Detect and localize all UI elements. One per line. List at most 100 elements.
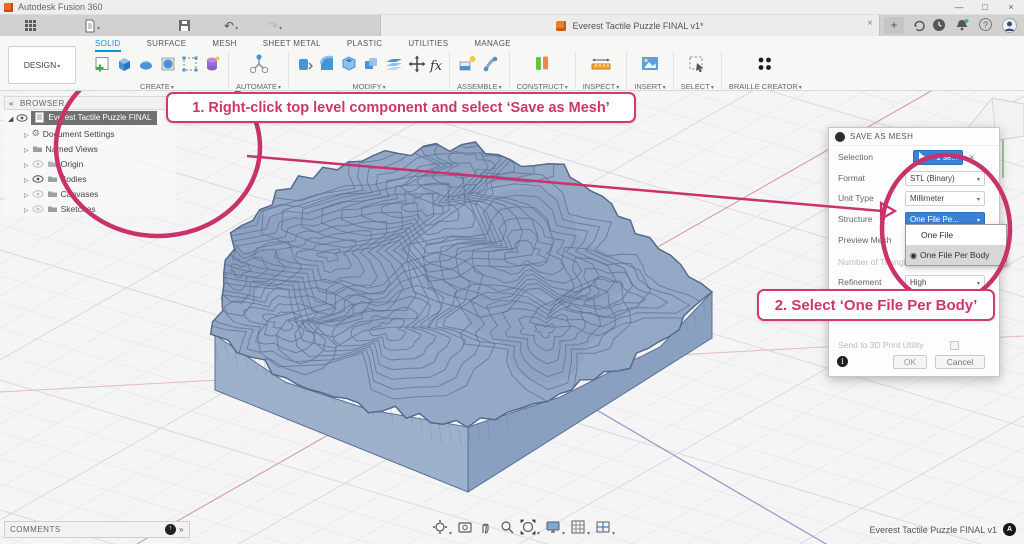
option-one-file-per-body[interactable]: One File Per Body <box>906 245 1006 265</box>
sweep-icon[interactable] <box>159 55 177 78</box>
shell-icon[interactable] <box>340 55 358 78</box>
expander-icon[interactable] <box>24 189 29 199</box>
option-one-file[interactable]: One File <box>906 225 1006 245</box>
format-dropdown[interactable]: STL (Binary) <box>905 170 985 186</box>
automate-icon[interactable] <box>247 53 271 80</box>
pan-icon[interactable] <box>478 519 494 540</box>
comments-bar[interactable]: COMMENTS <box>4 521 190 538</box>
clear-selection-icon[interactable] <box>969 152 974 162</box>
expander-icon[interactable] <box>24 159 29 169</box>
info-icon[interactable] <box>837 356 848 367</box>
coil-icon[interactable] <box>203 55 221 78</box>
status-document-name: Everest Tactile Puzzle FINAL v1 <box>869 524 997 535</box>
close-button[interactable]: × <box>998 0 1024 15</box>
workspace-selector[interactable]: DESIGN <box>8 46 76 84</box>
orbit-icon[interactable] <box>432 519 452 540</box>
app-grid-icon[interactable] <box>24 17 37 34</box>
group-label-construct[interactable]: CONSTRUCT <box>517 82 568 91</box>
avatar[interactable] <box>1002 18 1017 33</box>
browser-item-named-views[interactable]: Named Views <box>4 141 176 156</box>
insert-image-icon[interactable] <box>640 55 660 78</box>
selection-button[interactable]: 1 se... <box>913 149 963 165</box>
tab-close-icon[interactable] <box>867 18 873 29</box>
browser-item-origin[interactable]: Origin <box>4 156 176 171</box>
extrude-icon[interactable] <box>115 55 133 78</box>
new-component-icon[interactable] <box>457 54 477 79</box>
ribbon: DESIGN SOLID SURFACE MESH SHEET METAL PL… <box>0 36 1024 91</box>
grid-settings-icon[interactable] <box>570 519 590 540</box>
minimize-button[interactable]: — <box>946 0 972 15</box>
browser-item-canvases[interactable]: Canvases <box>4 186 176 201</box>
eye-icon[interactable] <box>32 204 44 213</box>
file-menu-icon[interactable] <box>84 17 100 34</box>
refinement-dropdown[interactable]: High <box>905 274 985 290</box>
zoom-icon[interactable] <box>499 519 515 540</box>
unit-type-dropdown[interactable]: Millimeter <box>905 190 985 206</box>
group-label-automate[interactable]: AUTOMATE <box>236 82 281 91</box>
offset-face-icon[interactable] <box>384 55 404 78</box>
notifications-clock-icon[interactable] <box>932 18 947 33</box>
braille-creator-icon[interactable] <box>754 53 776 80</box>
send-to-print-checkbox[interactable] <box>950 340 959 350</box>
group-label-braille[interactable]: BRAILLE CREATOR <box>729 82 802 91</box>
new-tab-button[interactable] <box>884 17 904 34</box>
change-parameters-icon[interactable] <box>430 59 442 74</box>
browser-item-bodies[interactable]: Bodies <box>4 171 176 186</box>
eye-icon[interactable] <box>16 114 28 122</box>
browser-root-component[interactable]: Everest Tactile Puzzle FINAL <box>4 110 176 126</box>
viewports-icon[interactable] <box>595 519 615 540</box>
comments-expand-icon[interactable] <box>179 525 184 534</box>
eye-icon[interactable] <box>32 174 44 183</box>
cancel-button[interactable]: Cancel <box>935 355 985 369</box>
group-label-select[interactable]: SELECT <box>681 82 714 91</box>
viewport[interactable]: BROWSER Everest Tactile Puzzle FINAL Doc… <box>0 91 1024 544</box>
measure-icon[interactable] <box>589 54 613 79</box>
browser-header[interactable]: BROWSER <box>4 96 176 110</box>
undo-button[interactable]: ↶ <box>224 17 238 34</box>
collapse-panel-icon[interactable] <box>9 99 20 108</box>
expander-icon[interactable] <box>24 204 29 214</box>
eye-icon[interactable] <box>32 189 44 198</box>
group-label-create[interactable]: CREATE <box>140 82 174 91</box>
group-label-modify[interactable]: MODIFY <box>352 82 385 91</box>
comments-toggle-icon[interactable] <box>165 524 177 535</box>
expander-icon[interactable] <box>8 113 13 123</box>
item-label: Sketches <box>60 203 96 214</box>
bell-icon[interactable] <box>955 18 970 33</box>
ribbon-groups: CREATE AUTOMATE MODIFY <box>86 51 809 91</box>
expander-icon[interactable] <box>24 129 29 139</box>
dialog-grip-icon[interactable] <box>835 131 845 142</box>
select-icon[interactable] <box>687 54 707 79</box>
save-icon[interactable] <box>178 17 191 34</box>
sync-icon[interactable] <box>912 18 927 33</box>
group-label-inspect[interactable]: INSPECT <box>583 82 620 91</box>
construct-plane-icon[interactable] <box>532 54 552 79</box>
unit-type-row: Unit Type Millimeter <box>829 190 999 206</box>
revolve-icon[interactable] <box>137 55 155 78</box>
fillet-icon[interactable] <box>318 55 336 78</box>
joint-icon[interactable] <box>481 54 501 79</box>
display-settings-icon[interactable] <box>545 519 565 540</box>
create-sketch-icon[interactable] <box>93 55 111 78</box>
expander-icon[interactable] <box>24 174 29 184</box>
help-icon[interactable] <box>979 18 992 31</box>
group-label-insert[interactable]: INSERT <box>634 82 665 91</box>
group-label-assemble[interactable]: ASSEMBLE <box>457 82 501 91</box>
move-icon[interactable] <box>408 55 426 78</box>
refinement-label: Refinement <box>838 277 882 287</box>
look-at-icon[interactable] <box>457 519 473 540</box>
eye-icon[interactable] <box>32 159 44 168</box>
ok-button[interactable]: OK <box>893 355 927 369</box>
browser-item-document-settings[interactable]: Document Settings <box>4 126 176 141</box>
press-pull-icon[interactable] <box>296 55 314 78</box>
maximize-button[interactable]: □ <box>972 0 998 15</box>
browser-item-sketches[interactable]: Sketches <box>4 201 176 216</box>
redo-button[interactable]: ↷ <box>268 17 282 34</box>
pattern-icon[interactable] <box>181 55 199 78</box>
expander-icon[interactable] <box>24 144 29 154</box>
dialog-header[interactable]: SAVE AS MESH <box>829 128 999 146</box>
folder-icon <box>47 191 57 197</box>
combine-icon[interactable] <box>362 55 380 78</box>
document-tab[interactable]: Everest Tactile Puzzle FINAL v1* <box>380 15 880 36</box>
fit-icon[interactable] <box>520 519 540 540</box>
